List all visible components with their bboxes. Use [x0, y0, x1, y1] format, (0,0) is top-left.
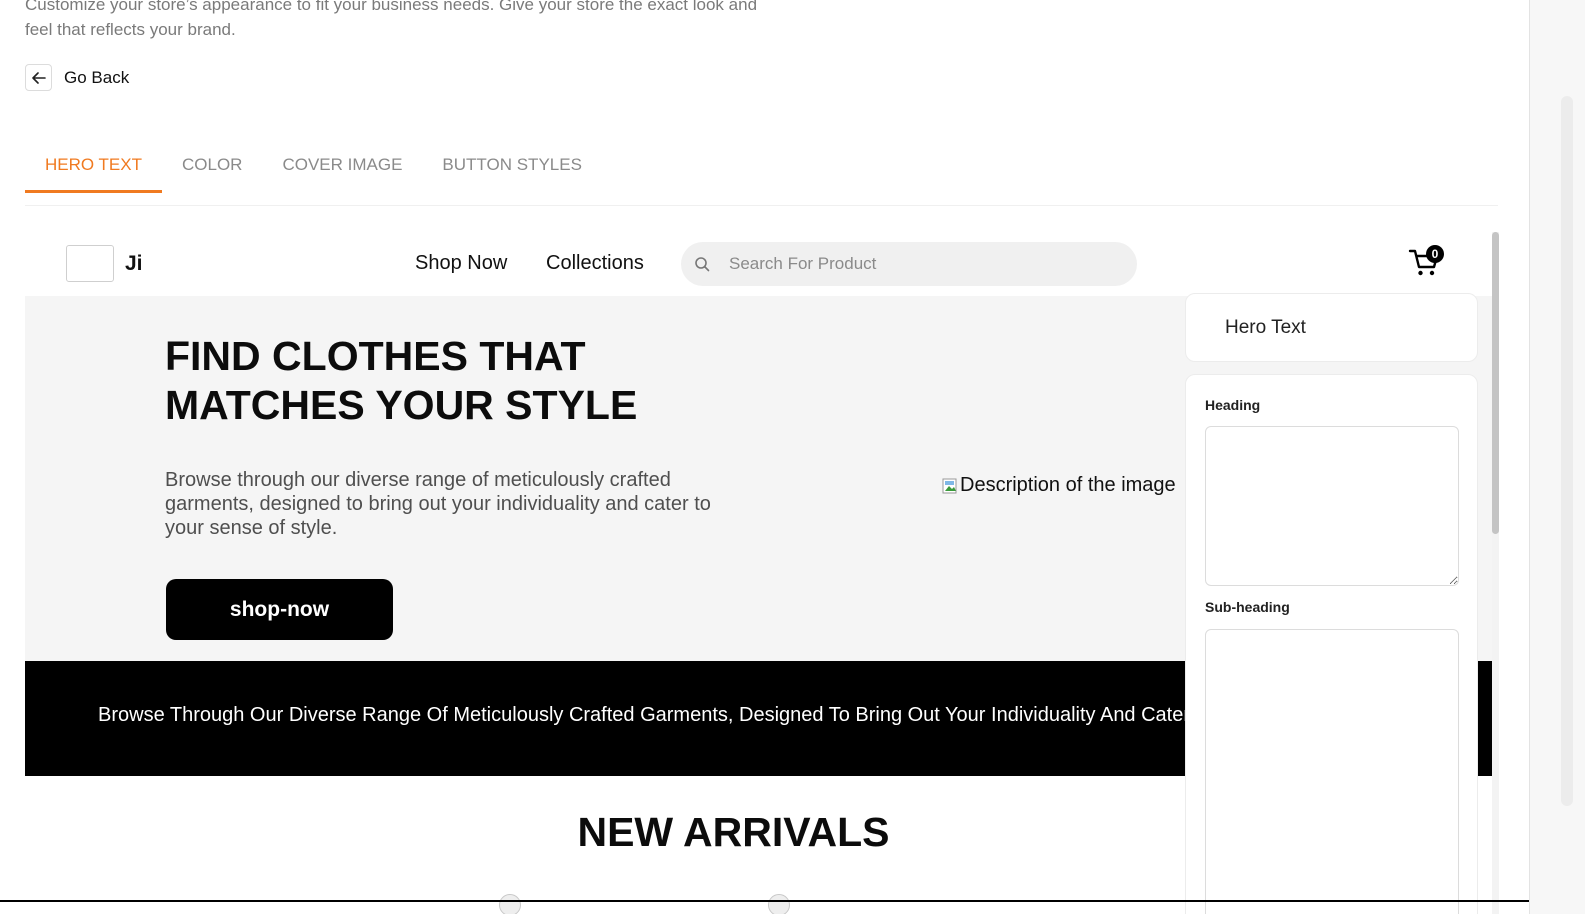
preview-scrollbar-thumb[interactable]	[1492, 232, 1499, 534]
cart-count-badge: 0	[1426, 245, 1444, 263]
editor-panel-title: Hero Text	[1225, 317, 1306, 338]
go-back-label: Go Back	[64, 67, 130, 87]
shop-now-button[interactable]: shop-now	[166, 579, 393, 640]
product-image[interactable]	[499, 894, 521, 914]
store-search-bar	[681, 242, 1137, 286]
product-image[interactable]	[768, 894, 790, 914]
subheading-label: Sub-heading	[1205, 599, 1290, 615]
tab-color[interactable]: COLOR	[162, 140, 262, 190]
hero-subtitle: Browse through our diverse range of meti…	[165, 469, 711, 539]
new-arrivals-title: NEW ARRIVALS	[577, 809, 890, 855]
editor-panel-header: Hero Text	[1185, 293, 1478, 362]
go-back-button[interactable]: Go Back	[25, 64, 129, 91]
store-logo[interactable]	[66, 245, 114, 282]
hero-image-alt: Description of the image	[960, 474, 1176, 496]
broken-image-icon	[942, 478, 957, 493]
page-scrollbar-thumb[interactable]	[1561, 96, 1573, 806]
tab-hero-text[interactable]: HERO TEXT	[25, 140, 162, 193]
hero-image: Description of the image	[942, 474, 1176, 497]
arrow-left-icon	[25, 64, 52, 91]
window-bottom-edge	[0, 900, 1529, 902]
tab-bar: HERO TEXT COLOR COVER IMAGE BUTTON STYLE…	[25, 140, 602, 193]
editor-panel: Heading Sub-heading	[1185, 374, 1478, 914]
tab-button-styles[interactable]: BUTTON STYLES	[422, 140, 602, 190]
page-description: Customize your store’s appearance to fit…	[25, 0, 758, 39]
tab-cover-image[interactable]: COVER IMAGE	[262, 140, 422, 190]
search-input[interactable]	[727, 253, 1111, 275]
store-navbar: Ji Shop Now Collections 0	[25, 232, 1492, 296]
cart-button[interactable]: 0	[1408, 245, 1448, 282]
subheading-textarea[interactable]	[1205, 629, 1459, 914]
search-icon	[693, 255, 711, 273]
nav-collections[interactable]: Collections	[546, 252, 644, 275]
heading-textarea[interactable]	[1205, 426, 1459, 586]
hero-title: FIND CLOTHES THAT MATCHES YOUR STYLE	[165, 333, 638, 428]
nav-shop-now[interactable]: Shop Now	[415, 252, 507, 275]
preview-scrollbar[interactable]	[1492, 232, 1499, 914]
app-window: Customize your store’s appearance to fit…	[0, 0, 1529, 914]
tab-divider	[25, 205, 1498, 206]
page-scrollbar[interactable]	[1529, 0, 1585, 914]
store-brand-name: Ji	[125, 252, 143, 275]
heading-label: Heading	[1205, 397, 1261, 413]
